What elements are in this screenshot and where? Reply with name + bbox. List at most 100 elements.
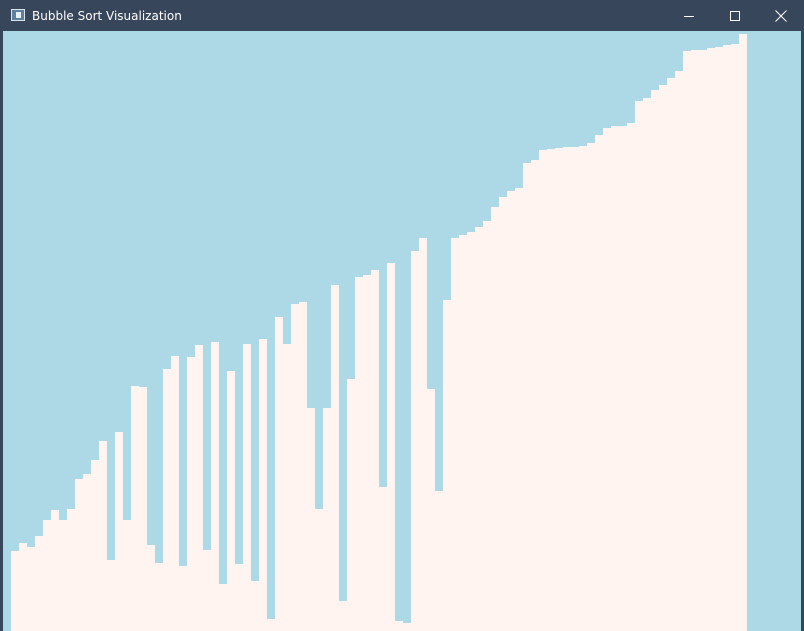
bar: [475, 227, 483, 631]
bar: [123, 520, 131, 631]
bar: [715, 47, 723, 631]
bar: [331, 285, 339, 631]
bar: [219, 584, 227, 631]
minimize-icon: [684, 15, 694, 17]
bar: [611, 126, 619, 631]
bar: [227, 371, 235, 631]
bar: [691, 50, 699, 631]
bar: [147, 545, 155, 631]
maximize-button[interactable]: [712, 0, 758, 31]
bar: [259, 339, 267, 631]
window-app-icon: [11, 9, 25, 21]
bar: [267, 619, 275, 631]
bar: [83, 474, 91, 631]
bar: [419, 238, 427, 631]
bar: [459, 235, 467, 631]
bar: [627, 123, 635, 631]
bar: [659, 85, 667, 631]
bar: [323, 408, 331, 631]
bar: [251, 581, 259, 631]
bar: [403, 623, 411, 631]
bar: [635, 101, 643, 631]
bar: [699, 50, 707, 631]
bar: [307, 408, 315, 631]
bar: [27, 547, 35, 631]
window-title: Bubble Sort Visualization: [32, 9, 182, 23]
bar: [435, 491, 443, 631]
bar: [379, 487, 387, 631]
app-window: Bubble Sort Visualization: [0, 0, 804, 631]
bar: [299, 302, 307, 631]
close-icon: [775, 9, 787, 22]
bar: [619, 126, 627, 631]
bar: [91, 460, 99, 631]
bar: [11, 551, 19, 631]
bar: [731, 44, 739, 631]
bar: [43, 520, 51, 631]
bar: [315, 509, 323, 631]
bar: [491, 207, 499, 631]
bar: [339, 601, 347, 631]
bar: [547, 149, 555, 631]
visualization-canvas: [3, 31, 801, 631]
bar: [723, 45, 731, 631]
bar: [467, 232, 475, 631]
bar: [571, 147, 579, 631]
bar: [563, 147, 571, 631]
bar: [707, 48, 715, 631]
bar: [667, 78, 675, 631]
bar: [179, 566, 187, 631]
maximize-icon: [730, 10, 740, 21]
title-bar[interactable]: Bubble Sort Visualization: [0, 0, 804, 31]
bar: [499, 197, 507, 631]
bar: [139, 387, 147, 631]
bar: [163, 369, 171, 631]
bar: [355, 277, 363, 631]
bar: [539, 150, 547, 631]
bar: [595, 135, 603, 631]
bar: [171, 356, 179, 631]
bar: [579, 146, 587, 631]
bar: [99, 441, 107, 631]
bar: [651, 90, 659, 631]
bar: [19, 543, 27, 631]
bar: [115, 432, 123, 631]
bar: [675, 71, 683, 631]
bar: [243, 344, 251, 631]
bar: [395, 621, 403, 631]
bar: [155, 563, 163, 631]
bar: [291, 304, 299, 631]
bar: [507, 191, 515, 631]
bar: [483, 221, 491, 631]
bar: [603, 128, 611, 631]
bar: [211, 342, 219, 631]
bar: [235, 564, 243, 631]
bar: [523, 163, 531, 631]
bar: [275, 317, 283, 631]
bar: [555, 148, 563, 631]
bar: [187, 357, 195, 631]
bar: [131, 386, 139, 631]
bar: [107, 560, 115, 631]
minimize-button[interactable]: [666, 0, 712, 31]
close-button[interactable]: [758, 0, 804, 31]
bar: [387, 263, 395, 631]
bar: [411, 251, 419, 631]
bar: [347, 379, 355, 631]
bar: [531, 160, 539, 631]
bar: [427, 389, 435, 631]
bubble-sort-bars: [11, 34, 747, 631]
bar: [35, 536, 43, 631]
bar: [587, 143, 595, 631]
bar: [443, 300, 451, 631]
bar: [371, 270, 379, 631]
bar: [515, 188, 523, 631]
bar: [51, 510, 59, 631]
bar: [59, 520, 67, 631]
bar: [195, 345, 203, 631]
bar: [363, 275, 371, 631]
bar: [643, 98, 651, 631]
bar: [451, 238, 459, 631]
bar: [75, 479, 83, 631]
bar: [739, 34, 747, 631]
